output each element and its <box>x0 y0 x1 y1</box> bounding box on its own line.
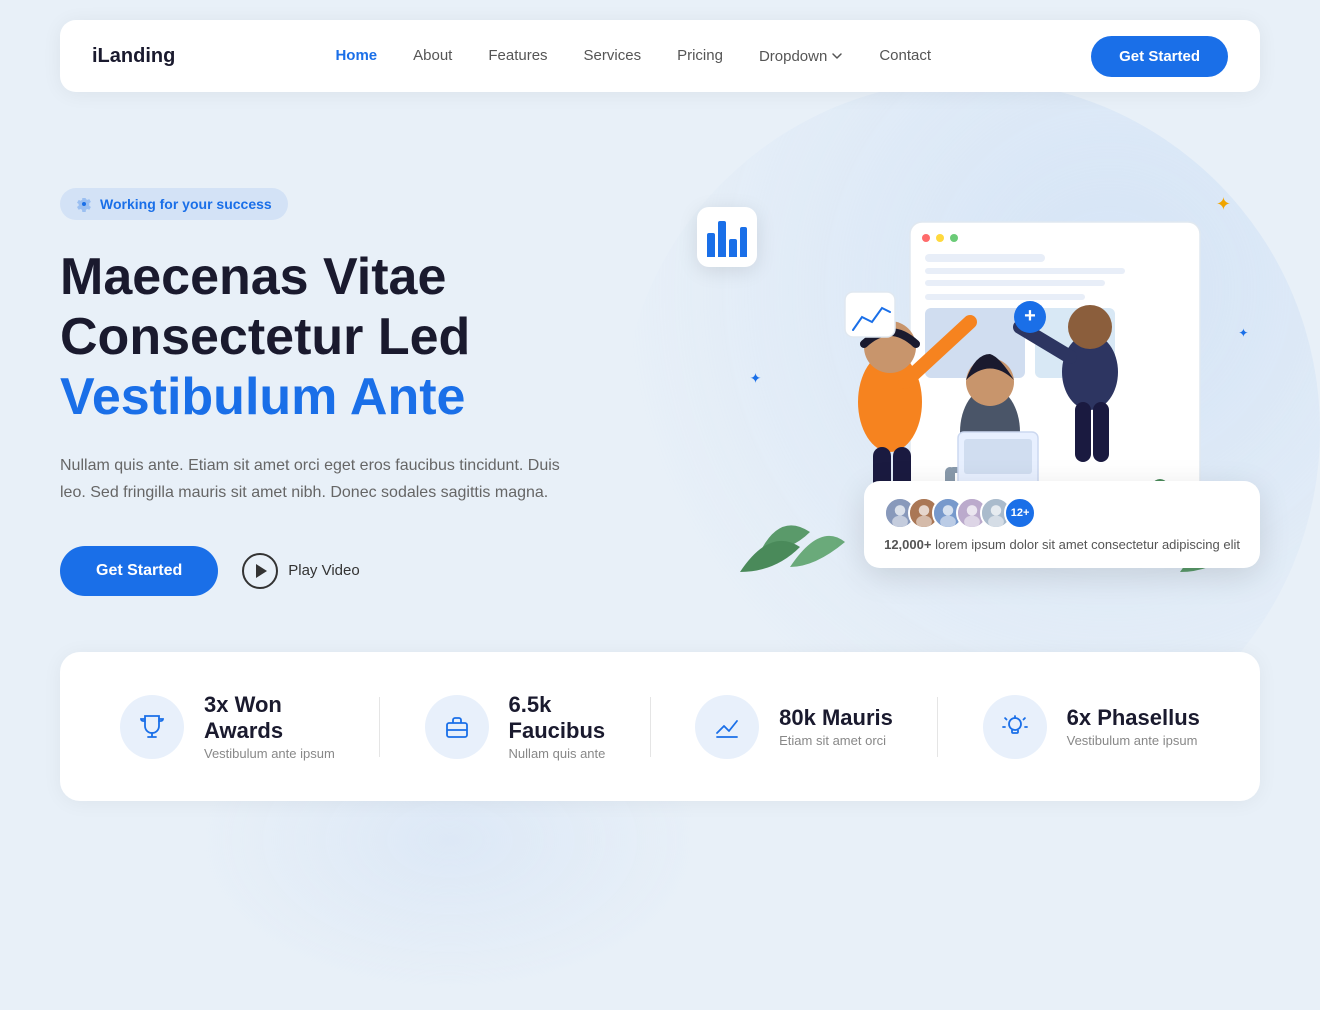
hero-actions: Get Started Play Video <box>60 546 640 596</box>
nav-item-about[interactable]: About <box>413 47 452 64</box>
stat-icon-wrap-trophy <box>120 695 184 759</box>
brand-logo: iLanding <box>92 45 175 68</box>
stat-number-mauris: 80k Mauris <box>779 705 893 731</box>
stat-divider-1 <box>379 697 380 757</box>
nav-item-home[interactable]: Home <box>335 47 377 64</box>
stat-item-phasellus: 6x Phasellus Vestibulum ante ipsum <box>983 695 1200 759</box>
stat-divider-3 <box>937 697 938 757</box>
nav-item-features[interactable]: Features <box>488 47 547 64</box>
nav-get-started-button[interactable]: Get Started <box>1091 36 1228 77</box>
gear-icon <box>76 196 92 212</box>
hero-left: Working for your success Maecenas Vitae … <box>60 188 640 596</box>
chart-icon <box>713 713 741 741</box>
stat-label-faucibus: Nullam quis ante <box>509 746 606 761</box>
nav-links: Home About Features Services Pricing Dro… <box>335 47 931 65</box>
stats-row: 3x WonAwards Vestibulum ante ipsum 6.5kF… <box>60 652 1260 801</box>
stats-card-text: 12,000+ lorem ipsum dolor sit amet conse… <box>884 537 1240 552</box>
stat-icon-wrap-briefcase <box>425 695 489 759</box>
trophy-icon <box>138 713 166 741</box>
stat-text-awards: 3x WonAwards Vestibulum ante ipsum <box>204 692 335 761</box>
hero-play-video-button[interactable]: Play Video <box>242 553 359 589</box>
stat-label-mauris: Etiam sit amet orci <box>779 733 893 748</box>
stat-number-phasellus: 6x Phasellus <box>1067 705 1200 731</box>
hero-title-line2: Consectetur Led <box>60 308 470 366</box>
svg-text:+: + <box>1024 305 1036 327</box>
avatar-extra: 12+ <box>1004 497 1036 529</box>
stats-card: 12+ 12,000+ lorem ipsum dolor sit amet c… <box>864 481 1260 568</box>
hero-right: ✦ ✦ ✦ ✦ ✦ <box>680 172 1260 612</box>
stat-number-faucibus: 6.5kFaucibus <box>509 692 606 744</box>
nav-item-pricing[interactable]: Pricing <box>677 47 723 64</box>
stats-card-label: lorem ipsum dolor sit amet consectetur a… <box>935 537 1240 552</box>
chevron-down-icon <box>831 50 843 62</box>
stat-text-mauris: 80k Mauris Etiam sit amet orci <box>779 705 893 748</box>
stat-divider-2 <box>650 697 651 757</box>
stat-label-awards: Vestibulum ante ipsum <box>204 746 335 761</box>
stats-card-count: 12,000+ <box>884 537 931 552</box>
hero-title-line1: Maecenas Vitae <box>60 248 446 306</box>
bulb-icon <box>1001 713 1029 741</box>
stat-label-phasellus: Vestibulum ante ipsum <box>1067 733 1200 748</box>
hero-badge-text: Working for your success <box>100 196 272 212</box>
navbar: iLanding Home About Features Services Pr… <box>60 20 1260 92</box>
nav-item-contact[interactable]: Contact <box>879 47 931 64</box>
play-icon <box>242 553 278 589</box>
stat-icon-wrap-bulb <box>983 695 1047 759</box>
play-video-label: Play Video <box>288 562 359 579</box>
nav-dropdown-label[interactable]: Dropdown <box>759 48 827 65</box>
nav-item-services[interactable]: Services <box>584 47 642 64</box>
briefcase-icon <box>443 713 471 741</box>
stat-item-awards: 3x WonAwards Vestibulum ante ipsum <box>120 692 335 761</box>
stat-item-mauris: 80k Mauris Etiam sit amet orci <box>695 695 893 759</box>
hero-title-line3: Vestibulum Ante <box>60 368 465 426</box>
hero-get-started-button[interactable]: Get Started <box>60 546 218 596</box>
nav-item-dropdown[interactable]: Dropdown <box>759 48 843 65</box>
hero-badge: Working for your success <box>60 188 288 220</box>
hero-title: Maecenas Vitae Consectetur Led Vestibulu… <box>60 248 640 427</box>
stat-text-phasellus: 6x Phasellus Vestibulum ante ipsum <box>1067 705 1200 748</box>
stat-icon-wrap-chart <box>695 695 759 759</box>
page-content: Working for your success Maecenas Vitae … <box>0 112 1320 801</box>
stat-text-faucibus: 6.5kFaucibus Nullam quis ante <box>509 692 606 761</box>
hero-description: Nullam quis ante. Etiam sit amet orci eg… <box>60 452 560 506</box>
stat-item-faucibus: 6.5kFaucibus Nullam quis ante <box>425 692 606 761</box>
stat-number-awards: 3x WonAwards <box>204 692 335 744</box>
stats-avatars: 12+ <box>884 497 1240 529</box>
hero-section: Working for your success Maecenas Vitae … <box>60 112 1260 652</box>
